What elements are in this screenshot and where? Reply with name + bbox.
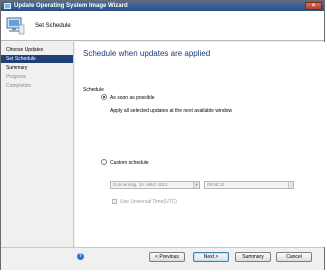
asap-description: Apply all selected updates at the next a… [110, 108, 233, 114]
step-choose-updates[interactable]: Choose Updates [1, 46, 73, 54]
main-panel: Schedule when updates are applied Schedu… [75, 42, 325, 247]
chevron-down-icon[interactable]: ▼ [193, 182, 199, 188]
step-summary[interactable]: Summary [1, 64, 73, 72]
computer-icon [6, 17, 25, 35]
wizard-window: Update Operating System Image Wizard × S… [0, 0, 325, 270]
schedule-label: Schedule [83, 87, 104, 93]
utc-checkbox[interactable] [112, 199, 117, 204]
step-progress: Progress [6, 74, 27, 80]
wizard-footer: ? < Previous Next > Summary Cancel [1, 247, 324, 270]
step-completion: Completion [6, 83, 32, 89]
title-bar[interactable]: Update Operating System Image Wizard × [1, 1, 324, 11]
cancel-button[interactable]: Cancel [276, 252, 312, 262]
date-value: Donnerstag, 15. März 2012 [113, 182, 168, 187]
wizard-steps: Choose Updates Set Schedule Summary Prog… [1, 42, 74, 247]
summary-button[interactable]: Summary [235, 252, 271, 262]
next-button[interactable]: Next > [193, 252, 229, 262]
section-heading: Schedule when updates are applied [83, 49, 211, 58]
app-icon [4, 3, 11, 9]
spinner-icon[interactable] [288, 182, 293, 188]
previous-button[interactable]: < Previous [149, 252, 185, 262]
time-value: 09:56:33 [207, 182, 225, 187]
time-picker[interactable]: 09:56:33 [204, 181, 294, 189]
wizard-header: Set Schedule [1, 11, 324, 41]
date-picker[interactable]: Donnerstag, 15. März 2012 ▼ [110, 181, 200, 189]
help-icon[interactable]: ? [77, 253, 84, 260]
custom-schedule-radio[interactable] [101, 159, 107, 165]
step-set-schedule[interactable]: Set Schedule [1, 55, 73, 63]
utc-label: Use Universal Time(UTC) [120, 199, 177, 205]
close-icon[interactable]: × [305, 2, 322, 10]
asap-radio[interactable] [101, 94, 107, 100]
page-title: Set Schedule [35, 23, 71, 29]
asap-label[interactable]: As soon as possible [110, 95, 154, 101]
window-title: Update Operating System Image Wizard [14, 3, 128, 9]
custom-schedule-label[interactable]: Custom schedule [110, 160, 149, 166]
